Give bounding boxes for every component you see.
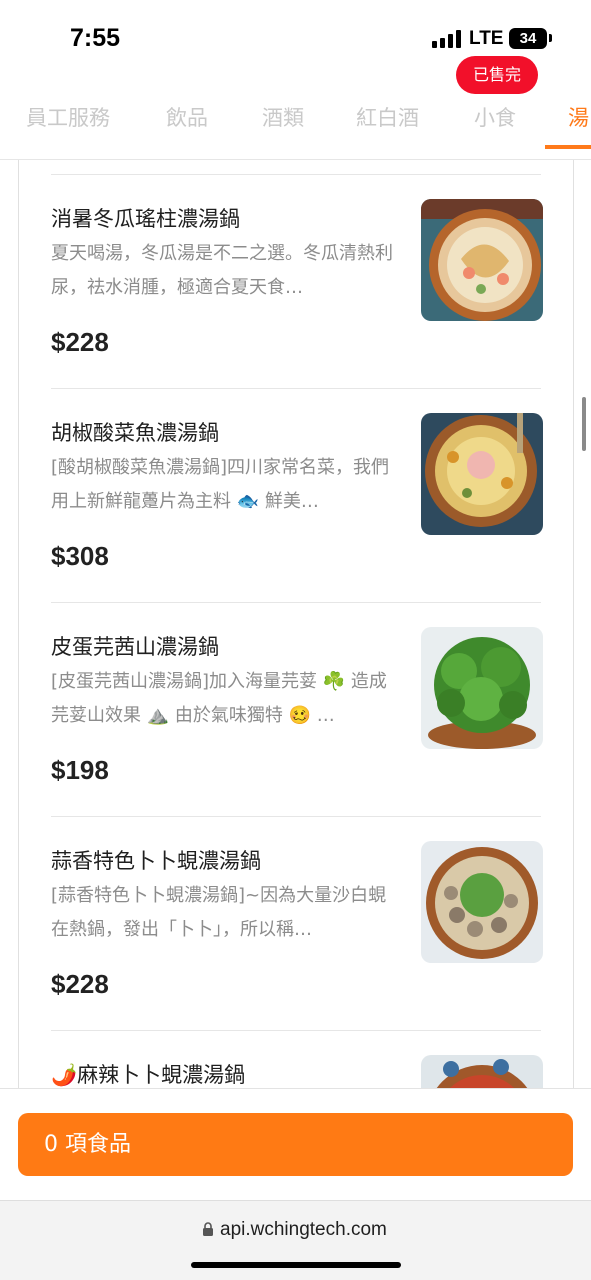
home-indicator[interactable] [191, 1262, 401, 1268]
item-description: [皮蛋芫茜山濃湯鍋]加入海量芫荽 ☘️ 造成芫荽山效果 ⛰️ 由於氣味獨特 🥴 … [51, 671, 387, 726]
status-time: 7:55 [70, 24, 121, 52]
winter-melon-soup-image [421, 199, 543, 321]
tab-snacks[interactable]: 小食 [474, 102, 516, 132]
tab-soup[interactable]: 湯 [568, 102, 589, 132]
address-bar-url[interactable]: api.wchingtech.com [220, 1219, 387, 1241]
sold-out-badge: 已售完 [456, 56, 538, 94]
network-type: LTE [469, 28, 504, 49]
active-tab-indicator [545, 145, 591, 149]
tab-drinks[interactable]: 飲品 [166, 102, 208, 132]
item-name: 胡椒酸菜魚濃湯鍋 [51, 421, 219, 445]
signal-icon [432, 30, 464, 48]
battery-icon: 34 [509, 28, 547, 49]
tab-alcohol[interactable]: 酒類 [262, 102, 304, 132]
menu-item[interactable]: 蒜香特色卜卜蜆濃湯鍋 [蒜香特色卜卜蜆濃湯鍋]~因為大量沙白蜆在熱鍋，發出「卜卜… [51, 816, 543, 1030]
spicy-clam-soup-image [421, 1055, 543, 1088]
item-name: 皮蛋芫茜山濃湯鍋 [51, 635, 219, 659]
cart-button[interactable]: 0 項食品 [18, 1113, 573, 1176]
menu-item[interactable]: 胡椒酸菜魚濃湯鍋 [酸胡椒酸菜魚濃湯鍋]四川家常名菜，我們用上新鮮龍躉片為主料 … [51, 388, 543, 602]
item-name: 蒜香特色卜卜蜆濃湯鍋 [51, 849, 261, 873]
item-name: 消暑冬瓜瑤柱濃湯鍋 [51, 207, 240, 231]
item-price: $308 [51, 541, 109, 571]
item-description: [蒜香特色卜卜蜆濃湯鍋]~因為大量沙白蜆在熱鍋，發出「卜卜」，所以稱… [51, 885, 387, 940]
coriander-soup-image [421, 627, 543, 749]
menu-item[interactable]: 消暑冬瓜瑤柱濃湯鍋 夏天喝湯，冬瓜湯是不二之選。冬瓜清熱利尿，祛水消腫，極適合夏… [51, 174, 543, 388]
menu-item[interactable]: 皮蛋芫茜山濃湯鍋 [皮蛋芫茜山濃湯鍋]加入海量芫荽 ☘️ 造成芫荽山效果 ⛰️ … [51, 602, 543, 816]
lock-icon [203, 1222, 213, 1236]
battery-level: 34 [519, 30, 537, 47]
scrollbar[interactable] [582, 397, 586, 451]
clam-soup-image [421, 841, 543, 963]
menu-item[interactable]: 🌶️麻辣卜卜蜆濃湯鍋 [51, 1030, 543, 1088]
item-description: [酸胡椒酸菜魚濃湯鍋]四川家常名菜，我們用上新鮮龍躉片為主料 🐟 鮮美… [51, 457, 390, 512]
item-price: $198 [51, 755, 109, 785]
tab-staff-service[interactable]: 員工服務 [26, 102, 110, 132]
battery-tip-icon [549, 34, 552, 42]
item-description: 夏天喝湯，冬瓜湯是不二之選。冬瓜清熱利尿，祛水消腫，極適合夏天食… [51, 243, 393, 298]
pickled-fish-soup-image [421, 413, 543, 535]
item-price: $228 [51, 969, 109, 999]
tab-wine[interactable]: 紅白酒 [356, 102, 419, 132]
item-price: $228 [51, 327, 109, 357]
item-name: 🌶️麻辣卜卜蜆濃湯鍋 [51, 1063, 246, 1087]
menu-list: 消暑冬瓜瑤柱濃湯鍋 夏天喝湯，冬瓜湯是不二之選。冬瓜清熱利尿，祛水消腫，極適合夏… [18, 160, 574, 1088]
